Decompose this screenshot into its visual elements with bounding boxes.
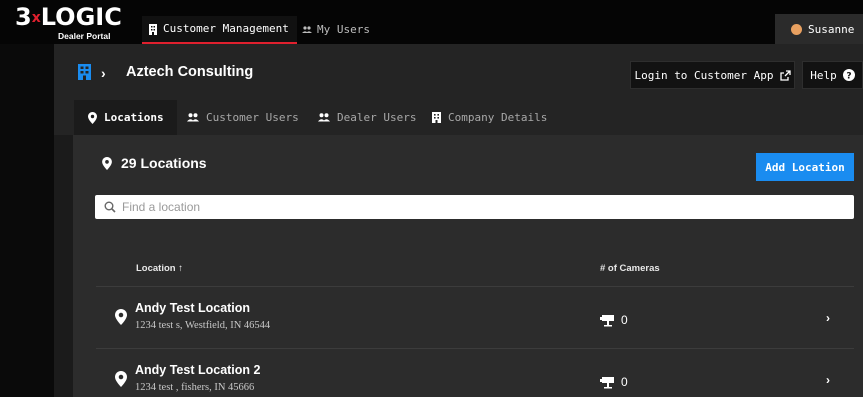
button-label: Help (810, 68, 837, 82)
tab-customer-users[interactable]: Customer Users (187, 100, 299, 135)
external-link-icon (779, 69, 791, 81)
tab-label: Locations (104, 111, 164, 124)
breadcrumb-separator: › (101, 65, 106, 81)
building-icon (432, 112, 441, 123)
camera-icon (600, 314, 614, 326)
column-header-cameras: # of Cameras (600, 263, 660, 274)
column-header-location[interactable]: Location ↑ (136, 263, 183, 274)
help-button[interactable]: Help ? (802, 61, 863, 89)
users-icon (302, 26, 312, 33)
tab-label: Dealer Users (337, 111, 417, 124)
search-icon (104, 201, 116, 213)
tab-company-details[interactable]: Company Details (432, 100, 547, 135)
pin-icon (115, 371, 127, 387)
pin-icon (88, 111, 97, 124)
tab-dealer-users[interactable]: Dealer Users (318, 100, 416, 135)
location-address: 1234 test , fishers, IN 45666 (135, 382, 255, 393)
chevron-right-icon[interactable]: › (826, 311, 830, 325)
locations-count: 29 Locations (102, 155, 207, 171)
camera-count-value: 0 (621, 313, 628, 327)
search-box[interactable] (95, 195, 854, 219)
location-address: 1234 test s, Westfield, IN 46544 (135, 320, 271, 331)
sort-ascending-icon: ↑ (178, 263, 183, 274)
table-row[interactable]: Andy Test Location 2 1234 test , fishers… (96, 349, 854, 397)
logo-wordmark: 3xLOGIC (15, 3, 122, 31)
user-menu-button[interactable]: Susanne (775, 14, 863, 44)
column-header-label: Location (136, 263, 176, 274)
user-name: Susanne (808, 22, 855, 36)
pin-icon (102, 156, 112, 170)
nav-tab-label: Customer Management (163, 22, 289, 35)
button-label: Login to Customer App (634, 68, 774, 82)
camera-count: 0 (600, 375, 628, 389)
search-input[interactable] (122, 200, 822, 214)
building-icon (149, 23, 157, 35)
chevron-right-icon[interactable]: › (826, 373, 830, 387)
location-name: Andy Test Location (135, 301, 251, 315)
locations-count-label: 29 Locations (121, 155, 207, 171)
nav-tab-customer-management[interactable]: Customer Management (142, 16, 297, 44)
add-location-button[interactable]: Add Location (756, 153, 854, 181)
camera-icon (600, 376, 614, 388)
logo-subtitle: Dealer Portal (58, 31, 111, 41)
logo[interactable]: 3xLOGIC Dealer Portal (0, 0, 133, 44)
login-to-customer-app-button[interactable]: Login to Customer App (630, 61, 795, 89)
left-rail (0, 44, 54, 397)
camera-count: 0 (600, 313, 628, 327)
help-icon: ? (842, 69, 855, 81)
svg-text:?: ? (846, 71, 851, 81)
avatar (791, 23, 802, 35)
tab-label: Customer Users (206, 111, 299, 124)
pin-icon (115, 309, 127, 325)
tab-locations[interactable]: Locations (74, 100, 177, 135)
nav-tab-my-users[interactable]: My Users (302, 16, 370, 44)
nav-tab-label: My Users (317, 23, 370, 36)
building-icon (78, 64, 91, 80)
location-name: Andy Test Location 2 (135, 363, 261, 377)
users-icon (187, 113, 199, 122)
camera-count-value: 0 (621, 375, 628, 389)
tab-label: Company Details (448, 111, 548, 124)
table-row[interactable]: Andy Test Location 1234 test s, Westfiel… (96, 287, 854, 347)
page-title: Aztech Consulting (126, 64, 254, 80)
users-icon (318, 113, 330, 122)
